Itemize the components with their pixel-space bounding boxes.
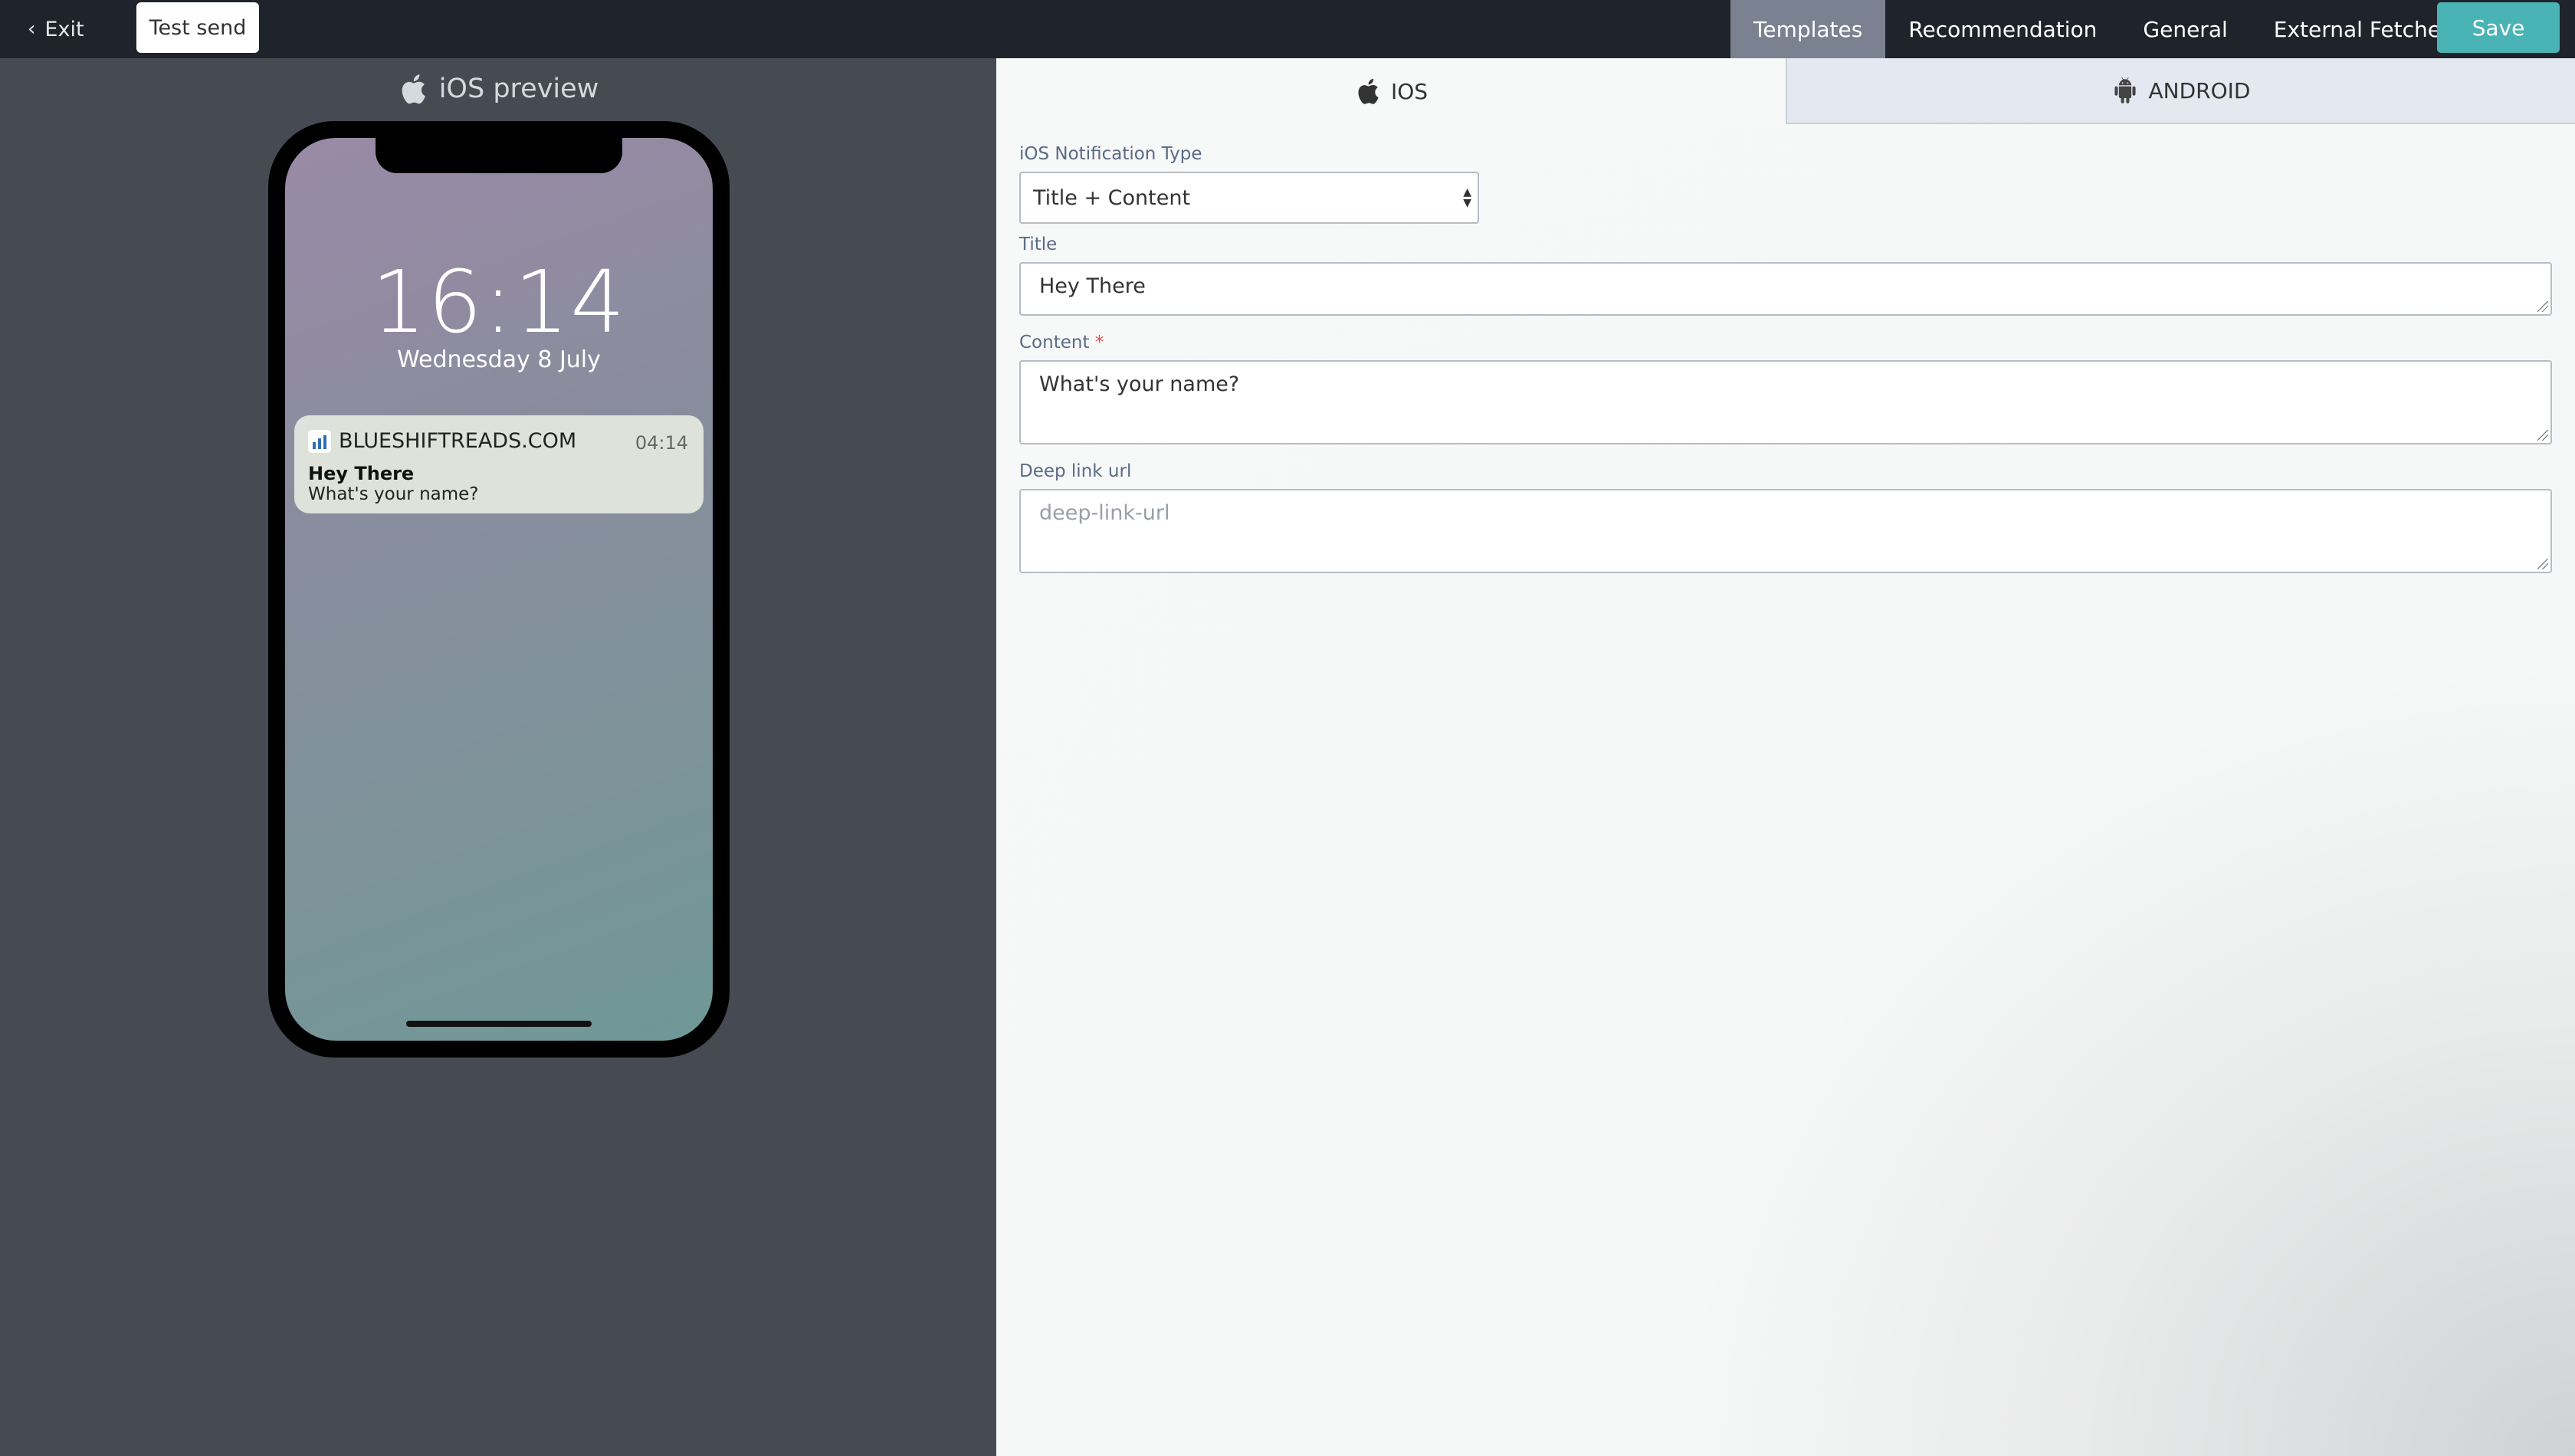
top-bar: ‹ Exit Test send Templates Recommendatio… <box>0 0 2575 58</box>
preview-title-text: iOS preview <box>438 74 599 104</box>
editor-pane: IOS ANDROID iOS Notification Type Title … <box>996 58 2575 1456</box>
deep-link-textarea[interactable]: deep-link-url <box>1019 489 2552 573</box>
save-button[interactable]: Save <box>2437 2 2560 53</box>
notification-title: Hey There <box>308 463 415 484</box>
nav-tab-general[interactable]: General <box>2120 0 2250 58</box>
required-mark: * <box>1094 333 1104 353</box>
resize-handle-icon[interactable] <box>2537 301 2548 312</box>
notification-app-name: BLUESHIFTREADS.COM <box>339 429 577 453</box>
apple-icon <box>1358 78 1379 104</box>
deep-link-label: Deep link url <box>1019 461 1132 481</box>
tab-android[interactable]: ANDROID <box>1786 58 2575 124</box>
app-logo-icon <box>308 429 331 453</box>
content-textarea-value: What's your name? <box>1039 372 1240 396</box>
content-label-text: Content <box>1019 333 1090 353</box>
chevron-left-icon: ‹ <box>28 18 36 41</box>
preview-title: iOS preview <box>0 72 996 106</box>
lock-screen-date: Wednesday 8 July <box>397 346 601 373</box>
test-send-button[interactable]: Test send <box>136 2 259 53</box>
android-icon <box>2114 77 2136 103</box>
nav-tabs: Templates Recommendation General Externa… <box>1730 0 2475 58</box>
exit-button[interactable]: ‹ Exit <box>28 11 84 48</box>
lock-screen-time: 16:14 <box>371 253 627 353</box>
nav-tab-templates[interactable]: Templates <box>1730 0 1886 58</box>
content-label: Content * <box>1019 333 1104 353</box>
notification-time: 04:14 <box>635 432 688 454</box>
platform-tabs: IOS ANDROID <box>996 58 2575 124</box>
phone-screen: 16:14 Wednesday 8 July BLUESHIFTREADS.CO… <box>285 138 713 1041</box>
notification-app: BLUESHIFTREADS.COM <box>308 429 576 453</box>
home-indicator <box>406 1021 592 1027</box>
title-input-value: Hey There <box>1039 274 1146 298</box>
nav-tab-recommendation[interactable]: Recommendation <box>1885 0 2120 58</box>
exit-label: Exit <box>44 17 84 41</box>
notification-card: BLUESHIFTREADS.COM 04:14 Hey There What'… <box>294 415 704 513</box>
resize-handle-icon[interactable] <box>2537 430 2548 441</box>
tab-ios[interactable]: IOS <box>996 58 1786 124</box>
notification-body: What's your name? <box>308 484 479 504</box>
title-input[interactable]: Hey There <box>1019 262 2552 316</box>
notification-type-value: Title + Content <box>1033 185 1191 210</box>
notification-type-label: iOS Notification Type <box>1019 144 1202 164</box>
content-textarea[interactable]: What's your name? <box>1019 360 2552 444</box>
resize-handle-icon[interactable] <box>2537 559 2548 569</box>
tab-android-label: ANDROID <box>2148 77 2251 103</box>
preview-pane: iOS preview 16:14 Wednesday 8 July BLUES… <box>0 58 996 1456</box>
select-arrows-icon: ▲ ▼ <box>1463 186 1471 209</box>
notification-type-select[interactable]: Title + Content ▲ ▼ <box>1019 172 1479 224</box>
deep-link-placeholder: deep-link-url <box>1039 501 1170 525</box>
phone-frame: 16:14 Wednesday 8 July BLUESHIFTREADS.CO… <box>268 121 730 1058</box>
phone-notch <box>376 138 622 173</box>
tab-ios-label: IOS <box>1390 78 1429 104</box>
apple-icon <box>402 74 425 104</box>
title-label: Title <box>1019 234 1058 254</box>
